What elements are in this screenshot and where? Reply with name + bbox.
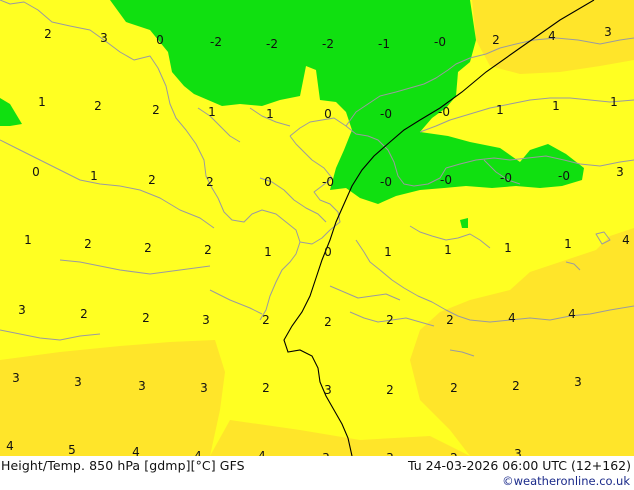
weather-map: 2 3 0 -2 -2 -2 -1 -0 2 4 3 1 2 2 1 1 0 -0 -0 1 1 1 0 1 2 2 0 -0 -0 -0…	[0, 0, 634, 456]
map-value-label: 2	[142, 311, 150, 325]
map-value-label: 3	[18, 303, 26, 317]
map-value-label: 1	[38, 95, 46, 109]
map-value-label: -0	[380, 175, 392, 189]
map-value-label: -0	[434, 35, 446, 49]
map-value-label: 4	[508, 311, 516, 325]
map-value-label: 3	[514, 447, 522, 456]
map-value-label: 0	[324, 245, 332, 259]
map-value-label: -0	[500, 171, 512, 185]
map-value-label: 3	[616, 165, 624, 179]
map-value-label: 2	[492, 33, 500, 47]
map-value-label: 1	[444, 243, 452, 257]
map-value-label: 1	[504, 241, 512, 255]
map-value-label: 1	[610, 95, 618, 109]
map-value-label: 5	[68, 443, 76, 456]
chart-title: Height/Temp. 850 hPa [gdmp][°C] GFS	[1, 458, 245, 473]
map-value-label: 2	[148, 173, 156, 187]
map-value-label: -2	[266, 37, 278, 51]
map-value-label: 0	[32, 165, 40, 179]
map-value-label: -0	[322, 175, 334, 189]
map-value-label: 4	[568, 307, 576, 321]
warm-region-southwest	[0, 340, 225, 456]
map-value-label: 2	[152, 103, 160, 117]
map-value-label: 2	[512, 379, 520, 393]
map-value-label: 1	[496, 103, 504, 117]
map-value-label: 3	[324, 383, 332, 397]
copyright-link[interactable]: ©weatheronline.co.uk	[502, 474, 630, 488]
map-value-label: 3	[574, 375, 582, 389]
map-value-label: 3	[12, 371, 20, 385]
map-value-label: 2	[44, 27, 52, 41]
map-value-label: 2	[386, 383, 394, 397]
map-value-label: 1	[564, 237, 572, 251]
map-value-label: 4	[258, 449, 266, 456]
map-value-label: 3	[200, 381, 208, 395]
map-value-label: -0	[380, 107, 392, 121]
map-value-label: -1	[378, 37, 390, 51]
map-value-label: 0	[264, 175, 272, 189]
map-value-label: -2	[210, 35, 222, 49]
map-value-label: 0	[156, 33, 164, 47]
map-value-label: 2	[450, 381, 458, 395]
map-value-label: 1	[264, 245, 272, 259]
map-value-label: 0	[324, 107, 332, 121]
map-value-label: 4	[132, 445, 140, 456]
map-value-label: -0	[558, 169, 570, 183]
map-value-label: 3	[74, 375, 82, 389]
map-value-label: 1	[208, 105, 216, 119]
map-value-label: 2	[262, 313, 270, 327]
map-value-label: 1	[266, 107, 274, 121]
map-value-label: 1	[90, 169, 98, 183]
map-value-label: 2	[386, 313, 394, 327]
map-value-label: 4	[548, 29, 556, 43]
map-value-label: -2	[322, 37, 334, 51]
map-value-label: 2	[84, 237, 92, 251]
map-value-label: 2	[94, 99, 102, 113]
map-value-label: 3	[604, 25, 612, 39]
map-value-label: 1	[384, 245, 392, 259]
map-value-label: 2	[80, 307, 88, 321]
map-value-label: 2	[324, 315, 332, 329]
forecast-datetime: Tu 24-03-2026 06:00 UTC (12+162)	[408, 458, 631, 473]
map-value-label: -0	[438, 105, 450, 119]
map-value-label: 3	[202, 313, 210, 327]
map-value-label: 3	[138, 379, 146, 393]
map-value-label: 2	[446, 313, 454, 327]
map-value-label: 1	[24, 233, 32, 247]
map-value-label: 2	[262, 381, 270, 395]
map-value-label: 2	[144, 241, 152, 255]
map-value-label: 4	[622, 233, 630, 247]
map-value-label: 4	[194, 449, 202, 456]
map-value-label: -0	[440, 173, 452, 187]
footer-bar: Height/Temp. 850 hPa [gdmp][°C] GFS Tu 2…	[0, 456, 634, 490]
map-value-label: 2	[206, 175, 214, 189]
map-value-label: 3	[100, 31, 108, 45]
weather-map-app: 2 3 0 -2 -2 -2 -1 -0 2 4 3 1 2 2 1 1 0 -0 -0 1 1 1 0 1 2 2 0 -0 -0 -0…	[0, 0, 634, 490]
map-value-label: 1	[552, 99, 560, 113]
map-value-label: 2	[204, 243, 212, 257]
map-value-label: 4	[6, 439, 14, 453]
